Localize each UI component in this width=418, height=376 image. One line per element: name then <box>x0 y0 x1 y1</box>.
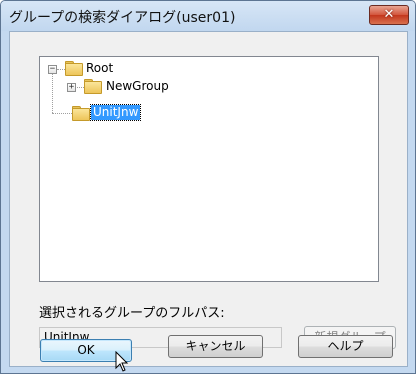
title-bar[interactable]: グループの検索ダイアログ(user01) ✕ <box>1 1 415 31</box>
tree-connector <box>57 69 65 70</box>
fullpath-caption: 選択されるグループのフルパス: <box>39 306 225 321</box>
expand-icon[interactable]: + <box>67 83 76 92</box>
folder-icon <box>72 106 90 121</box>
help-button[interactable]: ヘルプ <box>298 335 393 358</box>
tree-connector <box>52 113 72 114</box>
collapse-icon[interactable]: − <box>48 65 57 74</box>
dialog-client-area: − Root + NewGroup UnitJnw 選択されるグループのフルパス… <box>9 31 408 367</box>
close-icon: ✕ <box>383 7 395 22</box>
tree-connector <box>52 73 53 113</box>
tree-node-root[interactable]: Root <box>86 61 113 76</box>
dialog-window: グループの検索ダイアログ(user01) ✕ − Root + NewGroup <box>0 0 416 374</box>
window-title: グループの検索ダイアログ(user01) <box>9 10 236 26</box>
close-button[interactable]: ✕ <box>369 5 409 25</box>
tree-node-unitjnw[interactable]: UnitJnw <box>89 104 142 121</box>
group-tree-view[interactable]: − Root + NewGroup UnitJnw <box>39 56 379 282</box>
folder-icon <box>65 61 83 76</box>
folder-icon <box>84 79 102 94</box>
cancel-button[interactable]: キャンセル <box>168 335 263 358</box>
mouse-cursor-icon <box>115 351 129 372</box>
tree-node-newgroup[interactable]: NewGroup <box>106 79 169 94</box>
